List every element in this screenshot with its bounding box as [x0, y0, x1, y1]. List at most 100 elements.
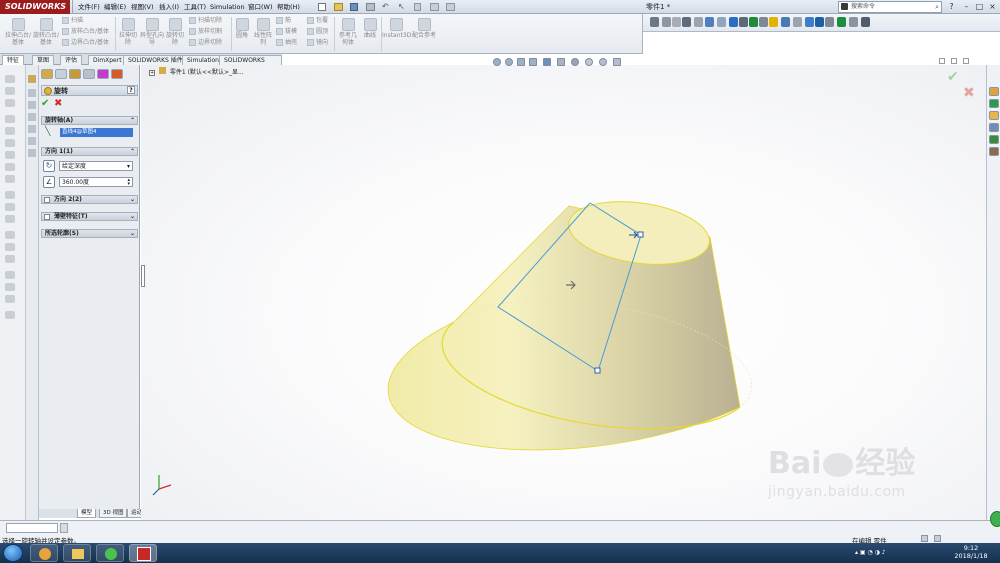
dimxpert-manager-tab-icon[interactable] — [83, 69, 95, 79]
start-button[interactable] — [3, 544, 23, 562]
solidworks-logo[interactable]: SOLIDWORKS — [0, 0, 70, 14]
realview-icon[interactable] — [759, 17, 768, 27]
property-manager-tab-icon[interactable] — [55, 69, 67, 79]
tool-icon-5[interactable] — [5, 127, 15, 135]
rebuild-status-icon[interactable] — [934, 535, 941, 542]
plane-icon-2[interactable] — [28, 101, 36, 109]
measure-icon[interactable] — [861, 17, 870, 27]
direction2-checkbox[interactable] — [44, 197, 50, 203]
file-properties-icon[interactable] — [430, 3, 439, 11]
sketch-icon[interactable] — [28, 137, 36, 145]
accept-icon[interactable]: ✔ — [41, 98, 49, 109]
units-icon[interactable] — [921, 535, 928, 542]
menu-view[interactable]: 视图(V) — [131, 2, 154, 12]
tool-icon-2[interactable] — [5, 87, 15, 95]
angle-input[interactable]: 360.00度 ▴ ▾ — [59, 177, 133, 187]
custom-properties-icon[interactable] — [989, 147, 999, 156]
spinner-icon[interactable]: ▴ ▾ — [127, 178, 130, 187]
extruded-cut-button[interactable]: 拉伸切除 — [117, 18, 139, 46]
revolved-cut-button[interactable]: 旋转切除 — [164, 18, 186, 46]
minimize-icon[interactable]: – — [961, 1, 972, 12]
close-icon[interactable]: × — [987, 1, 998, 12]
print-icon[interactable] — [366, 3, 375, 11]
expand-chevron-icon[interactable]: ⌄ — [130, 196, 135, 204]
tray-icons[interactable]: ▴ ▣ ◔ ◑ ♪ — [855, 549, 886, 556]
linear-pattern-button[interactable]: 线性阵列 — [252, 18, 274, 46]
appearances-icon[interactable] — [989, 135, 999, 144]
chevron-down-icon[interactable]: ▾ — [127, 162, 130, 171]
mirror-button[interactable]: 镜向 — [307, 39, 328, 47]
tool-icon-17[interactable] — [5, 283, 15, 291]
sketch-icon-2[interactable] — [28, 149, 36, 157]
dimension-icon[interactable] — [662, 17, 671, 27]
draft-button[interactable]: 拔模 — [276, 28, 297, 36]
tool-icon-12[interactable] — [5, 215, 15, 223]
menu-window[interactable]: 窗口(W) — [248, 2, 273, 12]
design-library-icon[interactable] — [989, 99, 999, 108]
tool-icon-15[interactable] — [5, 255, 15, 263]
tool-icon-19[interactable] — [5, 311, 15, 319]
sketch-relation-icon[interactable] — [650, 17, 659, 27]
origin-icon[interactable] — [28, 125, 36, 133]
snap-icon[interactable] — [672, 17, 681, 27]
menu-edit[interactable]: 编辑(E) — [104, 2, 126, 12]
tab-model[interactable]: 模型 — [77, 509, 97, 518]
menu-tools[interactable]: 工具(T) — [184, 2, 206, 12]
view-palette-icon[interactable] — [989, 123, 999, 132]
tool-icon-3[interactable] — [5, 99, 15, 107]
undo-icon[interactable]: ↶ — [382, 2, 389, 11]
selected-contours-section-header[interactable]: 所选轮廓(S) ⌄ — [41, 229, 138, 238]
swept-cut-button[interactable]: 扫描切除 — [189, 17, 222, 25]
taskbar-app-solidworks[interactable] — [129, 544, 157, 562]
menu-insert[interactable]: 插入(I) — [159, 2, 179, 12]
collapse-chevron-icon[interactable]: ⌃ — [130, 148, 135, 156]
tab-evaluate[interactable]: 评估 — [60, 55, 83, 65]
tab-dimxpert[interactable]: DimXpert — [88, 55, 127, 65]
shell-button[interactable]: 抽壳 — [276, 39, 297, 47]
boundary-cut-button[interactable]: 边界切除 — [189, 39, 222, 47]
tool-icon-6[interactable] — [5, 139, 15, 147]
tab-mbd[interactable]: SOLIDWORKS MBD — [219, 55, 282, 74]
plane-icon[interactable] — [28, 89, 36, 97]
tool-icon-14[interactable] — [5, 243, 15, 251]
curves-button[interactable]: 曲线 — [361, 18, 379, 39]
tool-icon-8[interactable] — [5, 163, 15, 171]
axis-section-header[interactable]: 旋转轴(A) ⌃ — [41, 116, 138, 125]
configuration-manager-tab-icon[interactable] — [69, 69, 81, 79]
taskbar-app-browser[interactable] — [30, 544, 58, 562]
select-icon[interactable]: ↖ — [398, 2, 405, 11]
sketch-point[interactable] — [637, 231, 644, 238]
direction2-section-header[interactable]: 方向 2(2) ⌄ — [41, 195, 138, 204]
panel-resize-handle[interactable] — [141, 265, 145, 287]
tab-sketch[interactable]: 草图 — [32, 55, 55, 65]
tool-icon-13[interactable] — [5, 231, 15, 239]
help-icon[interactable]: ? — [946, 1, 957, 12]
viewport-close-icon[interactable] — [963, 58, 969, 64]
expand-chevron-icon[interactable]: ⌄ — [130, 230, 135, 238]
resources-icon[interactable] — [989, 87, 999, 96]
direction1-section-header[interactable]: 方向 1(1) ⌃ — [41, 147, 138, 156]
plane-icon-3[interactable] — [28, 113, 36, 121]
tab-simulation[interactable]: Simulation — [182, 55, 224, 65]
command-input[interactable] — [6, 523, 58, 533]
rotate-view-icon[interactable] — [825, 17, 834, 27]
taskbar-app-360[interactable] — [96, 544, 124, 562]
reference-geometry-button[interactable]: 参考几何体 — [337, 18, 359, 46]
thin-feature-checkbox[interactable] — [44, 214, 50, 220]
rebuild-indicator-icon[interactable] — [990, 511, 1000, 527]
cancel-icon[interactable]: ✖ — [54, 98, 62, 109]
shadows-icon[interactable] — [769, 17, 778, 27]
feature-manager-tab-icon[interactable] — [41, 69, 53, 79]
loft-button[interactable]: 放样凸台/基体 — [62, 28, 109, 36]
save-icon[interactable] — [350, 3, 358, 11]
sketch-point[interactable] — [594, 367, 601, 374]
tab-addins[interactable]: SOLIDWORKS 插件 — [123, 55, 188, 65]
search-scope-icon[interactable] — [841, 3, 848, 10]
appearance-tab-icon[interactable] — [111, 69, 123, 79]
taskbar-app-explorer[interactable] — [63, 544, 91, 562]
perspective-icon[interactable] — [793, 17, 802, 27]
tab-3d-views[interactable]: 3D 视图 — [99, 509, 128, 518]
scene-icon[interactable] — [739, 17, 748, 27]
display-manager-tab-icon[interactable] — [97, 69, 109, 79]
extruded-boss-button[interactable]: 拉伸凸台/基体 — [4, 18, 32, 46]
